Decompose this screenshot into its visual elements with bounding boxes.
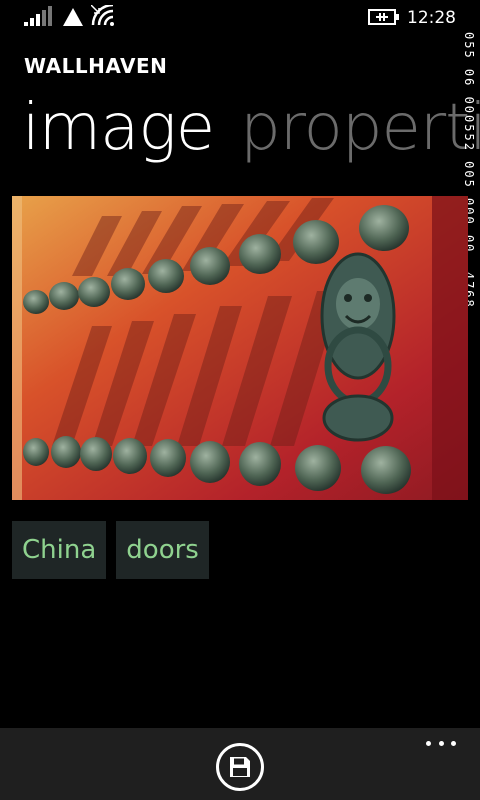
- tag-list: China doors: [12, 521, 209, 579]
- ellipsis-icon[interactable]: [426, 736, 456, 750]
- battery-charging-icon: [368, 9, 399, 25]
- tag-china[interactable]: China: [12, 521, 107, 579]
- save-button[interactable]: [216, 743, 264, 791]
- tag-doors[interactable]: doors: [116, 521, 209, 579]
- wallpaper-image[interactable]: [12, 196, 468, 500]
- pivot-header-image[interactable]: image: [22, 88, 215, 168]
- wallpaper-illustration: [12, 196, 468, 500]
- roaming-icon: [63, 8, 83, 26]
- save-icon: [230, 757, 250, 777]
- signal-icon: [24, 6, 52, 26]
- status-bar: 12:28: [0, 0, 480, 32]
- lion-knocker: [320, 252, 396, 442]
- pivot-header-properties[interactable]: properties: [240, 88, 480, 168]
- pivot-headers: image properties: [22, 88, 480, 172]
- wifi-icon: [91, 5, 114, 26]
- app-title: WALLHAVEN: [24, 54, 168, 78]
- app-bar: [0, 728, 480, 800]
- clock: 12:28: [407, 8, 456, 28]
